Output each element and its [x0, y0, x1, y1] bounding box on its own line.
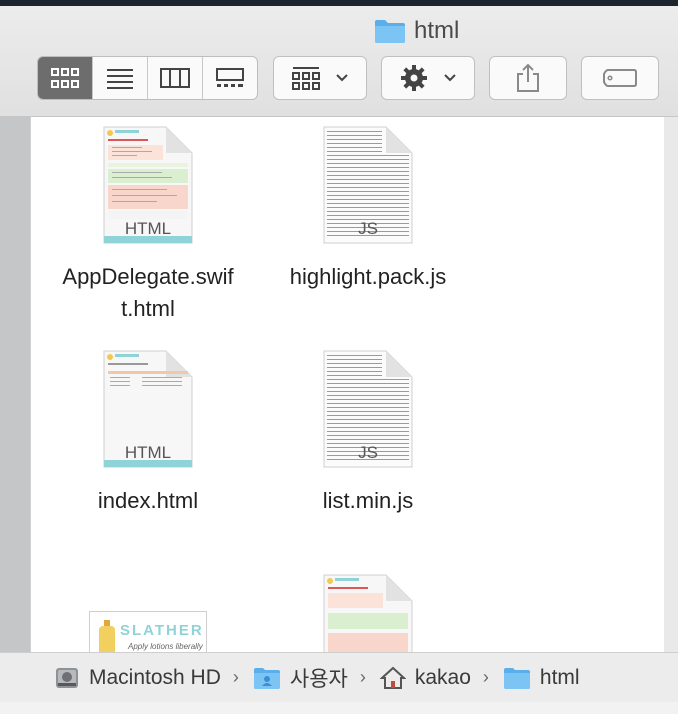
js-file-thumbnail: JS	[322, 125, 414, 245]
tag-icon	[603, 69, 637, 87]
path-separator-icon: ›	[232, 667, 239, 687]
file-item[interactable]: HTML index.html	[48, 349, 248, 517]
file-name-label: highlight.pack.js	[289, 264, 447, 289]
sidebar-edge	[0, 117, 30, 652]
folder-icon	[503, 667, 530, 689]
file-type-badge: JS	[358, 443, 378, 462]
window-title: html	[374, 16, 459, 46]
group-icon	[292, 67, 320, 90]
icon-view-button[interactable]	[38, 57, 93, 99]
lotion-bottle-icon	[99, 620, 115, 652]
window-title-label: html	[414, 17, 460, 44]
file-item[interactable]: SLATHER Apply lotions liberally	[48, 611, 248, 652]
file-item[interactable]: JS highlight.pack.js	[268, 125, 468, 293]
column-view-button[interactable]	[148, 57, 203, 99]
file-name-line2: t.html	[121, 296, 175, 321]
file-type-badge: JS	[358, 219, 378, 238]
path-crumb-label: 사용자	[289, 667, 348, 691]
share-icon	[517, 63, 539, 92]
share-button[interactable]	[489, 56, 567, 100]
icon-view-icon	[51, 68, 79, 88]
file-icon-grid: HTML AppDelegate.swif t.html JS highligh…	[30, 117, 665, 652]
file-name-label: index.html	[97, 488, 199, 513]
file-item[interactable]: JS list.min.js	[268, 349, 468, 517]
action-menu-button[interactable]	[381, 56, 475, 100]
path-crumb-label: Macintosh HD	[89, 665, 221, 689]
users-folder-icon	[253, 667, 280, 689]
file-item[interactable]: HTML AppDelegate.swif t.html	[48, 125, 248, 325]
path-crumb-disk[interactable]: Macintosh HD	[54, 665, 221, 691]
html-document-icon	[323, 574, 413, 652]
path-crumb-label: html	[539, 665, 580, 689]
list-view-button[interactable]	[93, 57, 148, 99]
folder-icon	[375, 20, 405, 43]
gear-icon	[401, 65, 427, 91]
view-mode-segmented-control	[37, 56, 258, 100]
window-bottom-edge	[0, 702, 678, 714]
path-crumb-label: kakao	[414, 665, 471, 689]
file-name-label: list.min.js	[322, 488, 414, 513]
gallery-view-icon	[216, 68, 244, 87]
slather-logo-text: SLATHER	[120, 622, 204, 639]
list-view-icon	[107, 69, 133, 89]
file-type-badge: HTML	[124, 219, 172, 238]
slather-tagline: Apply lotions liberally	[128, 642, 203, 651]
file-name-label: AppDelegate.swif t.html	[48, 261, 248, 325]
path-bar: Macintosh HD › 사용자 › kakao › html	[0, 652, 678, 702]
column-view-icon	[160, 68, 190, 88]
gallery-view-button[interactable]	[203, 57, 257, 99]
js-file-thumbnail: JS	[322, 349, 414, 469]
image-file-thumbnail: SLATHER Apply lotions liberally	[89, 611, 207, 652]
html-file-thumbnail: HTML	[102, 349, 194, 469]
tags-button[interactable]	[581, 56, 659, 100]
hard-drive-icon	[56, 667, 78, 688]
file-name-line1: AppDelegate.swif	[62, 264, 234, 289]
scroll-gutter	[664, 117, 678, 652]
chevron-down-icon	[336, 74, 348, 82]
toolbar: html	[0, 6, 678, 117]
path-separator-icon: ›	[482, 667, 489, 687]
path-crumb-users[interactable]: 사용자	[253, 663, 348, 693]
group-by-button[interactable]	[273, 56, 367, 100]
home-icon	[379, 666, 406, 689]
chevron-down-icon	[444, 74, 456, 82]
file-type-badge: HTML	[124, 443, 172, 462]
html-file-thumbnail	[322, 573, 414, 652]
html-file-thumbnail: HTML	[102, 125, 194, 245]
file-item[interactable]	[268, 573, 468, 652]
path-separator-icon: ›	[359, 667, 366, 687]
path-crumb-current[interactable]: html	[503, 666, 580, 690]
path-crumb-home[interactable]: kakao	[379, 665, 471, 690]
